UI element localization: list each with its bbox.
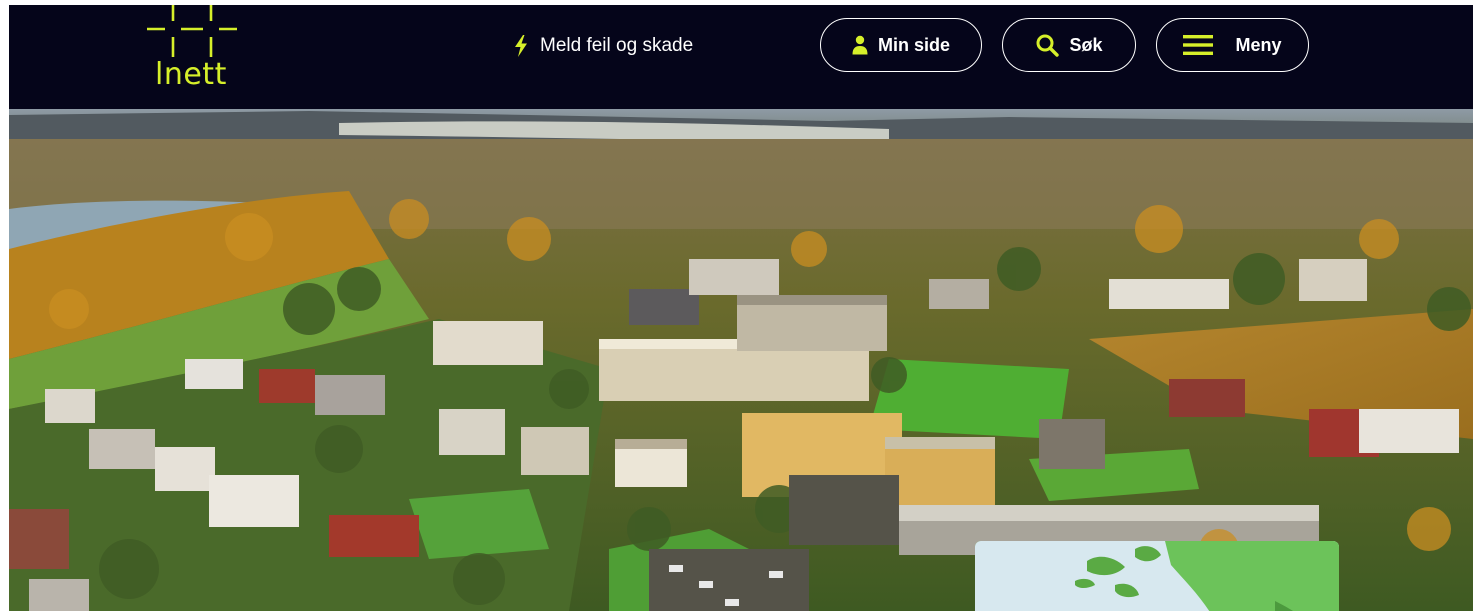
my-page-label: Min side <box>877 34 950 55</box>
page-frame: lnett Meld feil og skade Min side Søk Me… <box>9 5 1473 611</box>
search-button[interactable]: Søk <box>1002 18 1136 72</box>
map-illustration <box>975 541 1339 611</box>
site-header: lnett Meld feil og skade Min side Søk Me… <box>9 5 1473 109</box>
hamburger-menu-icon <box>1183 35 1214 55</box>
search-label: Søk <box>1069 34 1103 55</box>
report-fault-link[interactable]: Meld feil og skade <box>514 35 693 57</box>
lightning-bolt-icon <box>515 35 527 57</box>
user-icon <box>852 35 868 55</box>
logo-wordmark: lnett <box>155 57 227 92</box>
map-teaser-card[interactable] <box>975 541 1339 611</box>
my-page-button[interactable]: Min side <box>820 18 982 72</box>
aerial-town-photo <box>9 109 1473 611</box>
grid-cross-logo-icon <box>147 5 237 57</box>
menu-button[interactable]: Meny <box>1156 18 1309 72</box>
search-icon <box>1036 34 1060 57</box>
menu-label: Meny <box>1235 34 1282 55</box>
report-fault-label: Meld feil og skade <box>540 35 694 56</box>
hero-image <box>9 109 1473 611</box>
site-logo[interactable]: lnett <box>147 5 239 99</box>
